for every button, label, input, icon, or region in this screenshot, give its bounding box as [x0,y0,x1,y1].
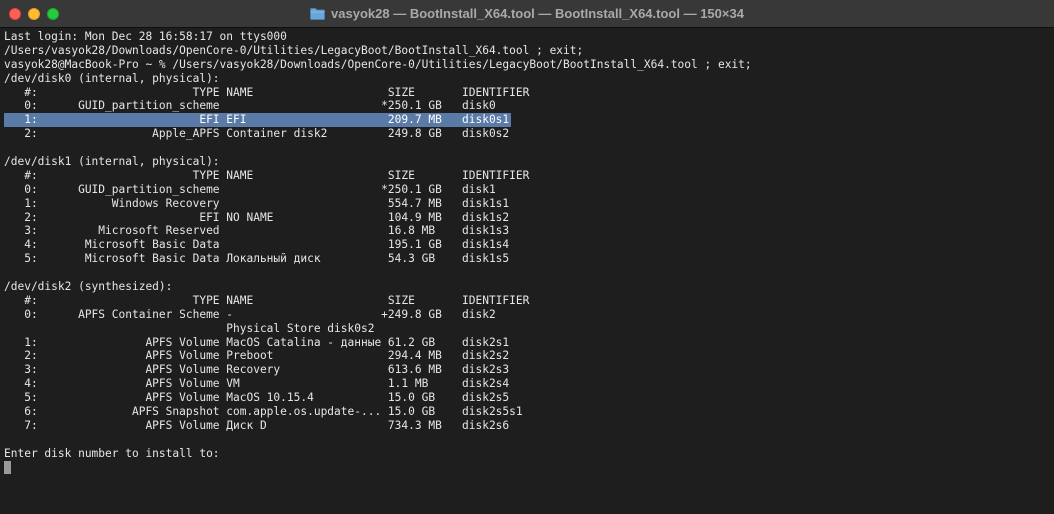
input-line[interactable] [4,460,1050,475]
terminal-line: Last login: Mon Dec 28 16:58:17 on ttys0… [4,30,287,43]
terminal-line: 3: APFS Volume Recovery 613.6 MB disk2s3 [4,363,510,377]
terminal-line: /dev/disk1 (internal, physical): [4,155,220,169]
terminal-line: 0: APFS Container Scheme - +249.8 GB dis… [4,307,496,321]
terminal-line: 2: APFS Volume Preboot 294.4 MB disk2s2 [4,349,510,363]
terminal-line: Enter disk number to install to: [4,446,220,460]
terminal-line-selected: 1: EFI EFI 209.7 MB disk0s1 [4,113,1050,128]
text-cursor [4,460,11,474]
terminal-line: Physical Store disk0s2 [4,321,375,335]
terminal-line: 4: Microsoft Basic Data 195.1 GB disk1s4 [4,238,510,252]
terminal-line: vasyok28@MacBook-Pro ~ % /Users/vasyok28… [4,57,752,71]
terminal-line: 0: GUID_partition_scheme *250.1 GB disk0 [4,99,496,113]
selection-highlight: 1: EFI EFI 209.7 MB disk0s1 [4,113,512,128]
terminal-line: /dev/disk2 (synthesized): [4,280,173,294]
terminal-line: 3: Microsoft Reserved 16.8 MB disk1s3 [4,224,510,238]
terminal-line: #: TYPE NAME SIZE IDENTIFIER [4,168,530,182]
terminal-line: 5: APFS Volume MacOS 10.15.4 15.0 GB dis… [4,391,510,405]
terminal-line: 6: APFS Snapshot com.apple.os.update-...… [4,405,523,419]
terminal-line: /Users/vasyok28/Downloads/OpenCore-0/Uti… [4,43,584,57]
terminal-line: 0: GUID_partition_scheme *250.1 GB disk1 [4,182,496,196]
window-title-group: vasyok28 — BootInstall_X64.tool — BootIn… [0,0,1054,27]
terminal-line: #: TYPE NAME SIZE IDENTIFIER [4,293,530,307]
terminal-line: #: TYPE NAME SIZE IDENTIFIER [4,85,530,99]
terminal-line: 2: Apple_APFS Container disk2 249.8 GB d… [4,127,510,141]
terminal-window: vasyok28 — BootInstall_X64.tool — BootIn… [0,0,1054,514]
window-title: vasyok28 — BootInstall_X64.tool — BootIn… [331,6,744,21]
title-bar[interactable]: vasyok28 — BootInstall_X64.tool — BootIn… [0,0,1054,28]
terminal-line: 1: APFS Volume MacOS Catalina - данные 6… [4,335,510,349]
folder-icon [310,7,325,20]
terminal-output[interactable]: Last login: Mon Dec 28 16:58:17 on ttys0… [4,30,1050,510]
terminal-line: 2: EFI NO NAME 104.9 MB disk1s2 [4,210,510,224]
terminal-line: /dev/disk0 (internal, physical): [4,71,220,85]
terminal-line: 4: APFS Volume VM 1.1 MB disk2s4 [4,377,510,391]
terminal-line: 7: APFS Volume Диск D 734.3 MB disk2s6 [4,418,510,432]
terminal-line: 1: Windows Recovery 554.7 MB disk1s1 [4,196,510,210]
terminal-line: 5: Microsoft Basic Data Локальный диск 5… [4,252,510,266]
